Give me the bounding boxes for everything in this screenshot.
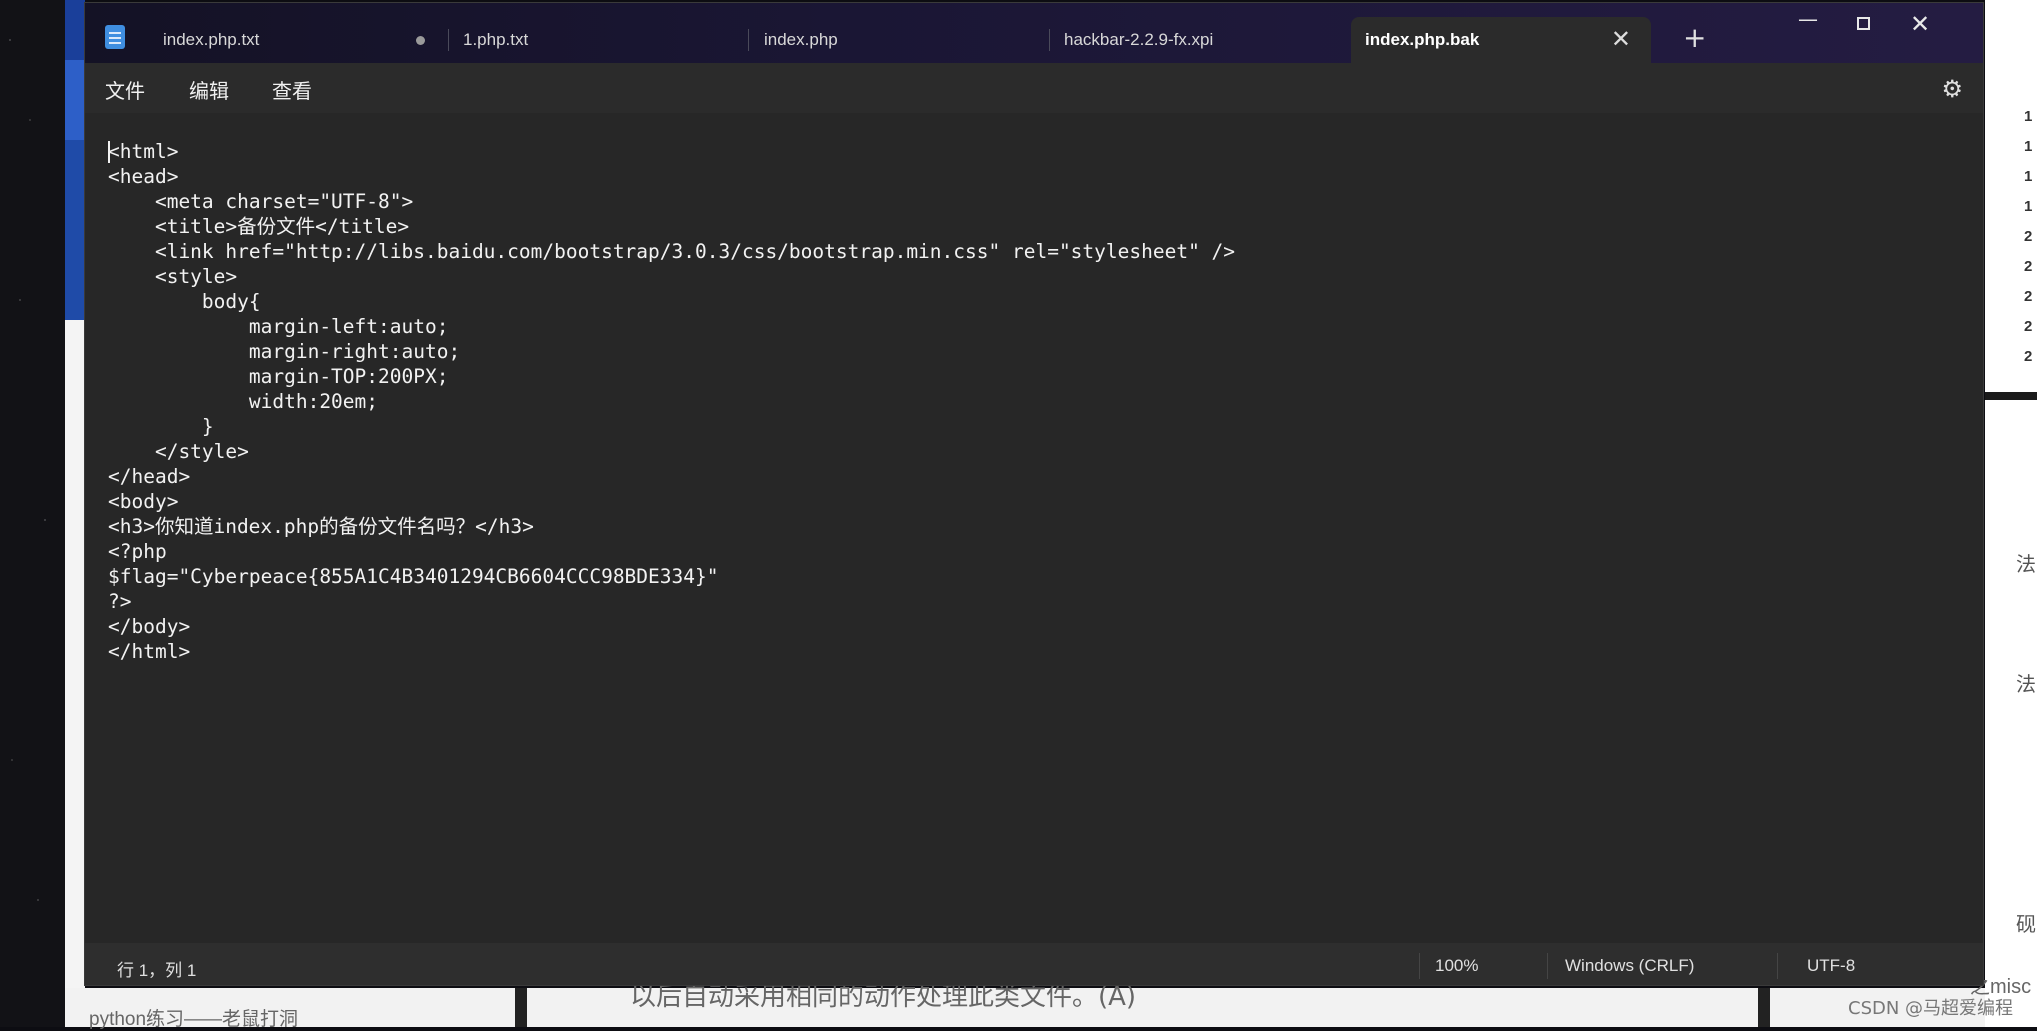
background-number: 2 — [2024, 348, 2033, 365]
text-editor-area[interactable]: <html> <head> <meta charset="UTF-8"> <ti… — [85, 113, 1983, 943]
background-number: 1 — [2024, 108, 2033, 125]
maximize-icon — [1857, 17, 1870, 30]
line-ending: Windows (CRLF) — [1565, 956, 1695, 975]
encoding: UTF-8 — [1807, 956, 1856, 975]
tab-hackbar-xpi[interactable]: hackbar-2.2.9-fx.xpi — [1050, 17, 1350, 63]
zoom-level: 100% — [1435, 956, 1479, 975]
maximize-button[interactable] — [1841, 7, 1887, 41]
settings-gear-icon[interactable]: ⚙ — [1941, 75, 1963, 103]
background-number: 2 — [2024, 318, 2033, 335]
tab-label: 1.php.txt — [463, 30, 529, 49]
tab-label: hackbar-2.2.9-fx.xpi — [1064, 30, 1214, 49]
background-panel-divider — [1985, 392, 2037, 400]
notepad-app-icon — [105, 25, 125, 49]
cursor-position: 行 1，列 1 — [117, 961, 197, 980]
status-separator — [1777, 953, 1778, 979]
desktop-wallpaper — [0, 0, 65, 1027]
tab-close-icon[interactable]: ✕ — [1611, 25, 1631, 53]
menu-file[interactable]: 文件 — [105, 75, 145, 104]
tab-label: index.php.bak — [1365, 30, 1480, 49]
background-text-fragment: 法 — [2016, 554, 2036, 576]
text-caret — [108, 141, 110, 163]
tab-index-php-bak[interactable]: index.php.bak ✕ — [1351, 17, 1651, 63]
unsaved-dot-icon — [416, 36, 425, 45]
background-number: 1 — [2024, 138, 2033, 155]
title-bar[interactable]: index.php.txt 1.php.txt index.php hackba… — [85, 3, 1983, 63]
background-browser-edge — [65, 0, 85, 1027]
tab-label: index.php — [764, 30, 838, 49]
menu-bar: 文件 编辑 查看 ⚙ — [85, 63, 1983, 113]
document-text[interactable]: <html> <head> <meta charset="UTF-8"> <ti… — [108, 139, 1235, 664]
background-number-column: 1 1 1 1 2 2 2 2 2 — [2024, 108, 2037, 378]
background-text-fragment: 砚 — [2016, 914, 2036, 936]
background-text-fragment: 法 — [2016, 674, 2036, 696]
background-number: 1 — [2024, 198, 2033, 215]
watermark: CSDN @马超爱编程 — [1848, 998, 2014, 1019]
status-separator — [1419, 953, 1420, 979]
notepad-window: index.php.txt 1.php.txt index.php hackba… — [84, 2, 1984, 986]
tab-index-php[interactable]: index.php — [750, 17, 1050, 63]
background-divider — [1758, 988, 1770, 1027]
status-bar: 行 1，列 1 100% Windows (CRLF) UTF-8 — [85, 943, 1983, 985]
menu-edit[interactable]: 编辑 — [189, 75, 229, 104]
close-window-button[interactable]: ✕ — [1897, 7, 1943, 41]
background-number: 2 — [2024, 258, 2033, 275]
status-separator — [1547, 953, 1548, 979]
tab-label: index.php.txt — [163, 30, 260, 49]
background-number: 2 — [2024, 288, 2033, 305]
background-divider — [515, 988, 527, 1027]
minimize-button[interactable]: — — [1785, 7, 1831, 41]
background-number: 1 — [2024, 168, 2033, 185]
new-tab-button[interactable]: + — [1683, 21, 1706, 54]
tab-separator — [748, 29, 749, 51]
background-number: 2 — [2024, 228, 2033, 245]
menu-view[interactable]: 查看 — [272, 75, 312, 104]
tab-1-php-txt[interactable]: 1.php.txt — [449, 17, 749, 63]
tab-index-php-txt[interactable]: index.php.txt — [149, 17, 449, 63]
